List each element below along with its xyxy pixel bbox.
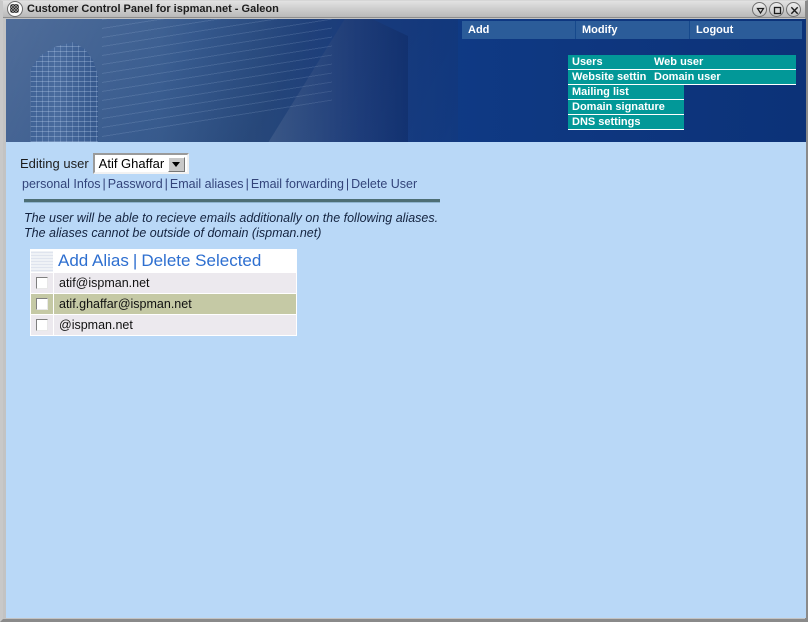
- user-select-value: Atif Ghaffar: [98, 155, 165, 171]
- alias-description-line-1: The user will be able to recieve emails …: [24, 211, 439, 225]
- editing-user-row: Editing user Atif Ghaffar: [20, 152, 806, 174]
- link-personal-infos[interactable]: personal Infos: [22, 177, 101, 191]
- window-controls: [752, 1, 803, 17]
- link-password[interactable]: Password: [108, 177, 163, 191]
- minimize-icon[interactable]: [752, 1, 767, 17]
- user-select[interactable]: Atif Ghaffar: [92, 152, 189, 174]
- link-separator-2: |: [164, 177, 168, 191]
- alias-address: atif.ghaffar@ispman.net: [53, 293, 297, 315]
- menu-item-domain-signature[interactable]: Domain signature: [568, 100, 684, 115]
- link-email-aliases[interactable]: Email aliases: [170, 177, 244, 191]
- main-navigation: Add Modify Logout: [462, 21, 806, 39]
- banner-architecture-image: [6, 19, 458, 142]
- divider: [24, 199, 440, 203]
- alias-table: Add Alias | Delete Selected atif@ispman.ne…: [30, 249, 297, 336]
- main-content: Editing user Atif Ghaffar personal Infos…: [6, 142, 806, 336]
- nav-item-modify[interactable]: Modify: [576, 21, 690, 39]
- nav-item-add[interactable]: Add: [462, 21, 576, 39]
- menu-item-dns-settings[interactable]: DNS settings: [568, 115, 684, 130]
- alias-checkbox[interactable]: [36, 318, 48, 331]
- table-row: atif@ispman.net: [30, 272, 297, 294]
- delete-selected-link[interactable]: Delete Selected: [141, 251, 261, 270]
- alias-checkbox-cell[interactable]: [30, 272, 54, 294]
- header-banner: Add Modify Logout Users Website settin M…: [6, 19, 806, 142]
- alias-checkbox[interactable]: [36, 297, 48, 310]
- link-email-forwarding[interactable]: Email forwarding: [251, 177, 344, 191]
- editing-user-label: Editing user: [20, 155, 89, 171]
- table-row: atif.ghaffar@ispman.net: [30, 293, 297, 315]
- skyscraper-windows-decoration: [30, 42, 98, 142]
- alias-table-header-spacer: [30, 249, 54, 273]
- title-bar: Customer Control Panel for ispman.net - …: [3, 1, 805, 18]
- galeon-icon: [7, 1, 23, 17]
- menu-item-domain-user[interactable]: Domain user: [650, 70, 796, 85]
- alias-address: @ispman.net: [53, 314, 297, 336]
- maximize-icon[interactable]: [769, 1, 784, 17]
- alias-checkbox[interactable]: [36, 276, 48, 289]
- alias-checkbox-cell[interactable]: [30, 314, 54, 336]
- users-submenu: Web user Domain user: [650, 55, 796, 85]
- alias-description-line-2: The aliases cannot be outside of domain …: [24, 226, 322, 240]
- page-viewport: Add Modify Logout Users Website settin M…: [6, 19, 806, 618]
- alias-address: atif@ispman.net: [53, 272, 297, 294]
- user-action-links: personal Infos | Password | Email aliases | Em…: [22, 177, 806, 191]
- chevron-down-icon[interactable]: [167, 156, 185, 172]
- close-icon[interactable]: [786, 1, 801, 17]
- alias-table-header: Add Alias | Delete Selected: [30, 249, 297, 273]
- alias-table-actions: Add Alias | Delete Selected: [53, 249, 297, 273]
- link-separator-3: |: [245, 177, 249, 191]
- table-row: @ispman.net: [30, 314, 297, 336]
- link-delete-user[interactable]: Delete User: [351, 177, 417, 191]
- browser-window: Customer Control Panel for ispman.net - …: [0, 0, 808, 622]
- action-separator: |: [132, 251, 138, 270]
- add-alias-link[interactable]: Add Alias: [58, 251, 129, 270]
- menu-item-web-user[interactable]: Web user: [650, 55, 796, 70]
- window-title: Customer Control Panel for ispman.net - …: [27, 3, 279, 15]
- link-separator-1: |: [102, 177, 106, 191]
- menu-item-mailing-list[interactable]: Mailing list: [568, 85, 684, 100]
- alias-checkbox-cell[interactable]: [30, 293, 54, 315]
- nav-item-logout[interactable]: Logout: [690, 21, 802, 39]
